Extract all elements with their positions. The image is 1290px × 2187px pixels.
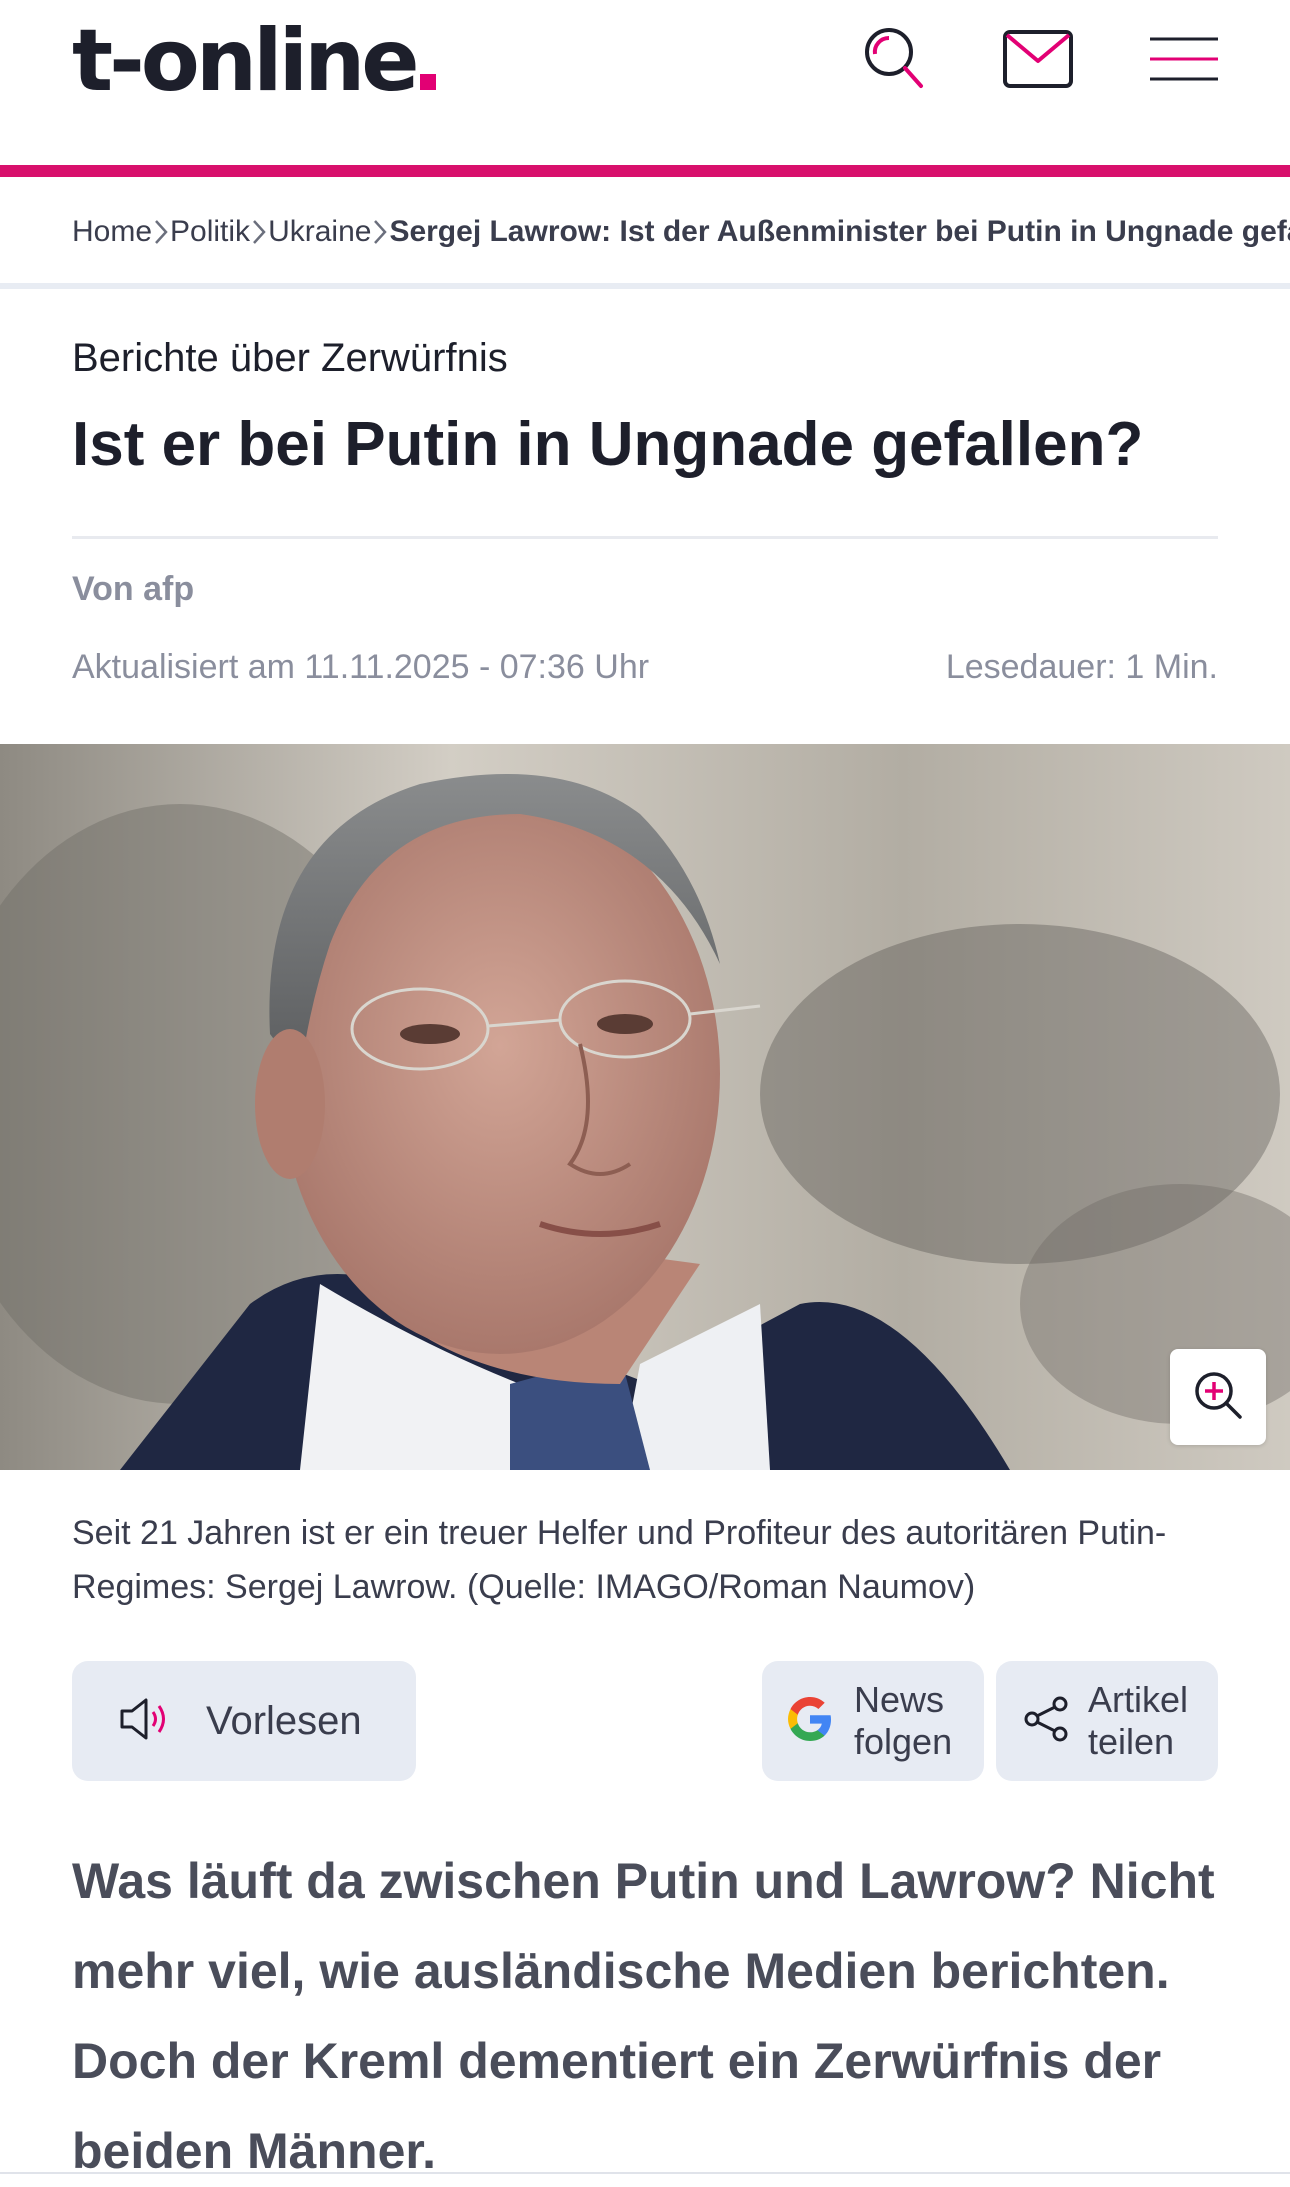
zoom-in-button[interactable] [1170,1349,1266,1445]
chevron-right-icon [250,218,268,246]
breadcrumb-politik[interactable]: Politik [170,215,250,249]
article-headline: Ist er bei Putin in Ungnade gefallen? [72,410,1144,479]
share-article-button[interactable]: Artikel teilen [996,1661,1218,1781]
bottom-divider [0,2172,1290,2174]
google-news-follow-button[interactable]: News folgen [762,1661,984,1781]
article-updated-date: Aktualisiert am 11.11.2025 - 07:36 Uhr [72,648,650,686]
article-lead: Was läuft da zwischen Putin und Lawrow? … [72,1853,1215,2179]
menu-icon[interactable] [1144,24,1224,94]
article-kicker: Berichte über Zerwürfnis [72,336,508,380]
header-accent-bar [0,165,1290,177]
google-news-label: News folgen [854,1679,953,1762]
google-icon [784,1693,836,1750]
breadcrumb-current: Sergej Lawrow: Ist der Außenminister bei… [389,215,1290,248]
share-article-label: Artikel teilen [1088,1679,1189,1762]
site-logo[interactable]: t-online [72,10,436,113]
chevron-right-icon [371,218,389,246]
breadcrumb-home[interactable]: Home [72,215,152,249]
photo-caption: Seit 21 Jahren ist er ein treuer Helfer … [72,1514,1167,1606]
article-author[interactable]: Von afp [72,570,194,609]
search-icon[interactable] [854,24,934,94]
article-photo[interactable] [0,744,1290,1470]
breadcrumb-ukraine[interactable]: Ukraine [268,215,371,249]
read-aloud-label: Vorlesen [206,1698,362,1743]
mail-icon[interactable] [998,24,1078,94]
breadcrumb: Home Politik Ukraine Sergej Lawrow: Ist … [0,177,1290,287]
article-read-time: Lesedauer: 1 Min. [945,648,1218,686]
site-header: t-online [0,0,1290,165]
zoom-in-icon [1192,1369,1244,1426]
header-divider [72,536,1218,539]
breadcrumb-divider [0,283,1290,289]
speaker-icon [118,1696,170,1747]
read-aloud-button[interactable]: Vorlesen [72,1661,416,1781]
share-icon [1022,1695,1070,1748]
logo-dot [419,74,436,90]
chevron-right-icon [152,218,170,246]
